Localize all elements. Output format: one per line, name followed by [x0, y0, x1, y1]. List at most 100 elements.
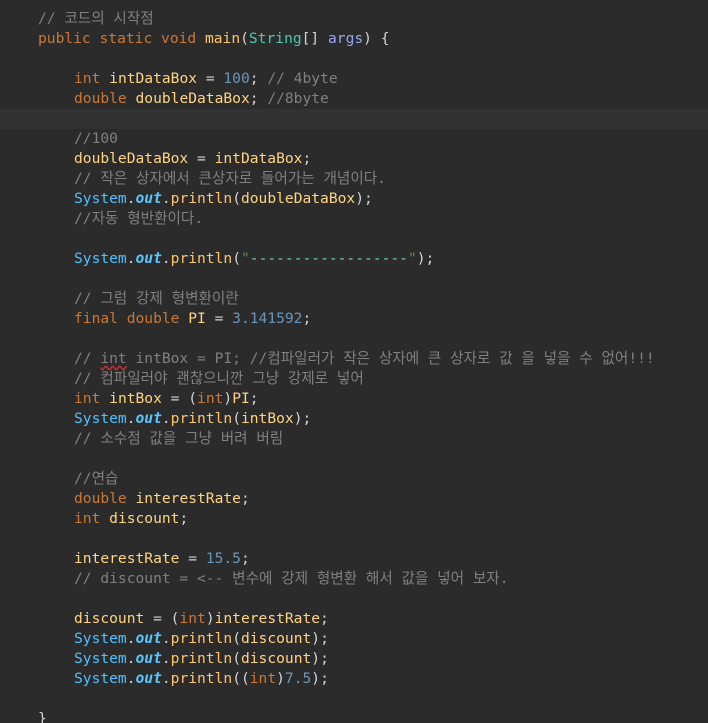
code-token: ; [249, 70, 268, 87]
code-line[interactable]: int intDataBox = 100; // 4byte [0, 69, 708, 89]
code-line[interactable] [0, 49, 708, 69]
code-line[interactable]: int intBox = (int)PI; [0, 389, 708, 409]
code-token: int [74, 390, 110, 407]
code-line[interactable]: discount = (int)interestRate; [0, 609, 708, 629]
code-line[interactable]: //100 [0, 129, 708, 149]
code-line[interactable]: // 그럼 강제 형변환이란 [0, 289, 708, 309]
code-token: . [161, 630, 171, 647]
code-token: = [179, 550, 206, 567]
code-line[interactable] [0, 109, 708, 129]
code-token: // discount = <-- 변수에 강제 형변환 해서 값을 넣어 보자… [74, 570, 509, 587]
code-token: System [74, 250, 127, 267]
code-token: intDataBox [214, 150, 303, 167]
code-line[interactable]: interestRate = 15.5; [0, 549, 708, 569]
code-token: PI [232, 390, 250, 407]
code-token: ( [232, 630, 241, 647]
code-token: // 코드의 시작점 [38, 10, 154, 27]
code-token: main [204, 30, 241, 47]
code-line[interactable]: System.out.println(doubleDataBox); [0, 189, 708, 209]
code-line[interactable]: // 소수점 값을 그냥 버려 버림 [0, 429, 708, 449]
code-line[interactable]: double interestRate; [0, 489, 708, 509]
code-token: out [135, 670, 162, 687]
code-token: System [74, 190, 127, 207]
code-token: final [74, 310, 127, 327]
code-token: . [126, 410, 136, 427]
code-token: ; [240, 550, 250, 567]
code-line[interactable]: // 작은 상자에서 큰상자로 들어가는 개념이다. [0, 169, 708, 189]
code-line[interactable] [0, 229, 708, 249]
code-token: . [126, 650, 136, 667]
code-token: int [74, 510, 110, 527]
code-line[interactable]: // 컴파일러야 괜찮으니깐 그냥 강제로 넣어 [0, 369, 708, 389]
code-line[interactable]: // int intBox = PI; //컴파일러가 작은 상자에 큰 상자로… [0, 349, 708, 369]
code-line[interactable]: System.out.println("------------------")… [0, 249, 708, 269]
code-token: = [205, 310, 233, 327]
code-token: ); [416, 250, 435, 267]
code-token: discount [74, 610, 145, 627]
code-line[interactable] [0, 329, 708, 349]
code-token: double [74, 90, 136, 107]
code-token: //100 [74, 130, 118, 147]
code-token: ); [311, 630, 329, 647]
code-token: (( [232, 670, 250, 687]
code-token: int [100, 350, 127, 367]
code-line[interactable] [0, 449, 708, 469]
code-token: ; [179, 510, 189, 527]
code-line[interactable] [0, 269, 708, 289]
code-token: // 그럼 강제 형변환이란 [74, 290, 239, 307]
code-line[interactable] [0, 589, 708, 609]
code-line[interactable]: double doubleDataBox; //8byte [0, 89, 708, 109]
code-line[interactable]: //자동 형반환이다. [0, 209, 708, 229]
code-token: ; [240, 490, 250, 507]
code-token: double [126, 310, 189, 327]
code-line[interactable] [0, 689, 708, 709]
code-token: ( [232, 190, 241, 207]
code-token: // 4byte [267, 70, 338, 87]
code-token: interestRate [214, 610, 321, 627]
code-line[interactable]: doubleDataBox = intDataBox; [0, 149, 708, 169]
code-line[interactable]: final double PI = 3.141592; [0, 309, 708, 329]
code-token: public [38, 30, 100, 47]
code-line[interactable]: System.out.println(intBox); [0, 409, 708, 429]
code-token: void [161, 30, 205, 47]
code-token: ; [320, 610, 329, 627]
code-line[interactable]: public static void main(String[] args) { [0, 29, 708, 49]
code-token: //자동 형반환이다. [74, 210, 204, 227]
code-line[interactable]: } [0, 709, 708, 723]
code-token: . [126, 250, 136, 267]
code-token: ; [302, 310, 312, 327]
code-token: //연습 [74, 470, 119, 487]
code-line[interactable]: //연습 [0, 469, 708, 489]
code-token: int [179, 610, 206, 627]
code-token: out [135, 250, 162, 267]
code-line[interactable]: System.out.println(discount); [0, 629, 708, 649]
code-token: ( [232, 410, 241, 427]
code-token: System [74, 670, 127, 687]
code-token: ) [205, 610, 215, 627]
code-line[interactable]: int discount; [0, 509, 708, 529]
code-token: 15.5 [205, 550, 241, 567]
code-line[interactable]: System.out.println((int)7.5); [0, 669, 708, 689]
code-token: println [170, 190, 233, 207]
code-editor[interactable]: // 코드의 시작점 public static void main(String… [0, 0, 708, 723]
code-token: // 소수점 값을 그냥 버려 버림 [74, 430, 284, 447]
code-token: . [161, 650, 171, 667]
code-token: // 작은 상자에서 큰상자로 들어가는 개념이다. [74, 170, 386, 187]
code-line[interactable]: // 코드의 시작점 [0, 9, 708, 29]
code-line[interactable] [0, 529, 708, 549]
code-line[interactable]: System.out.println(discount); [0, 649, 708, 669]
code-token: discount [240, 650, 312, 667]
code-token: [] [301, 30, 328, 47]
code-token: . [161, 190, 171, 207]
code-token: // 컴파일러야 괜찮으니깐 그냥 강제로 넣어 [74, 370, 364, 387]
code-token: ; [249, 390, 259, 407]
code-token: out [135, 650, 162, 667]
code-token: ( [232, 650, 241, 667]
code-token: ( [232, 250, 241, 267]
code-token: out [135, 190, 162, 207]
code-token: ( [240, 30, 249, 47]
code-token: 100 [223, 70, 250, 87]
code-line[interactable]: // discount = <-- 변수에 강제 형변환 해서 값을 넣어 보자… [0, 569, 708, 589]
code-token: . [126, 670, 136, 687]
code-token: = [188, 150, 215, 167]
